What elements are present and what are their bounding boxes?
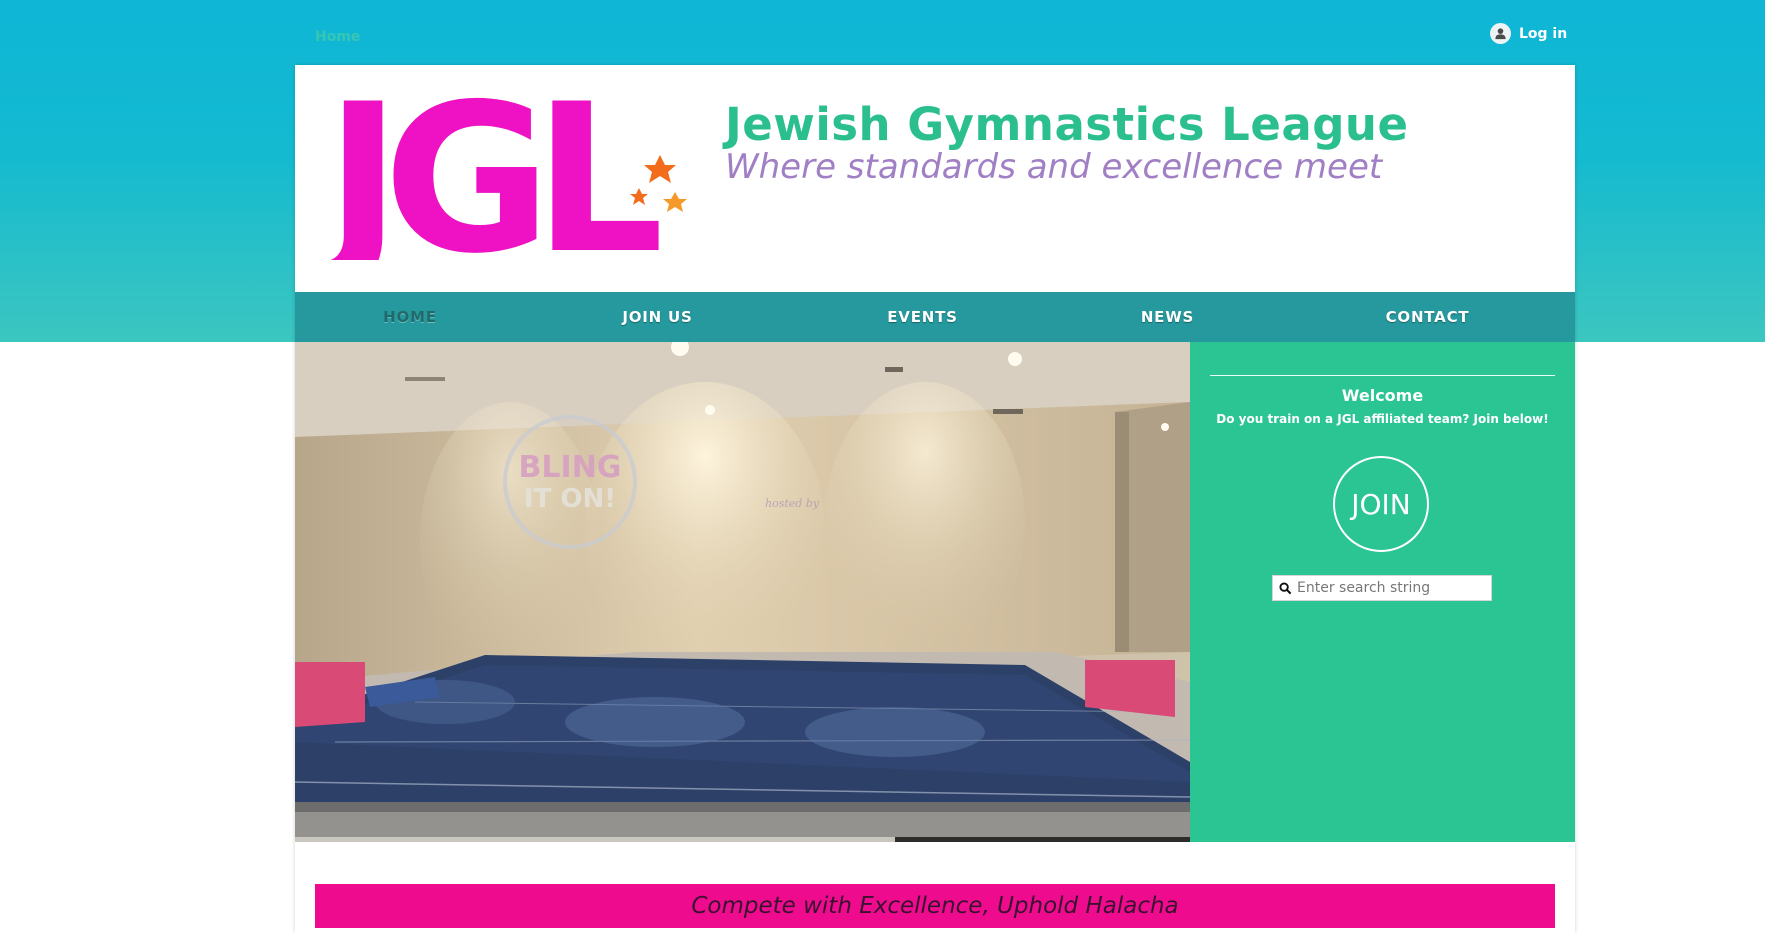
breadcrumb-home[interactable]: Home xyxy=(315,29,360,45)
search-icon[interactable] xyxy=(1273,576,1297,600)
hero-image: BLING IT ON! hosted by xyxy=(295,342,1190,842)
search-box xyxy=(1272,575,1492,601)
nav-item-events[interactable]: EVENTS xyxy=(790,292,1055,342)
motto-banner: Compete with Excellence, Uphold Halacha xyxy=(315,884,1555,928)
projection-credit: hosted by xyxy=(765,497,820,510)
site-title: Jewish Gymnastics League xyxy=(725,98,1409,151)
user-avatar-icon xyxy=(1490,23,1511,44)
login-link[interactable]: Log in xyxy=(1490,23,1567,44)
star-large-icon xyxy=(644,155,676,183)
jgl-logo[interactable]: JGL xyxy=(325,85,695,260)
login-label: Log in xyxy=(1519,25,1568,42)
join-button[interactable]: JOIN xyxy=(1333,456,1429,552)
hero-slideshow[interactable]: BLING IT ON! hosted by xyxy=(295,342,1190,842)
nav-item-join-us[interactable]: JOIN US xyxy=(525,292,790,342)
top-bar: Home Log in xyxy=(0,0,1765,66)
site-header: JGL Jewish Gymnastics League Where stand… xyxy=(295,65,1575,292)
nav-item-home[interactable]: HOME xyxy=(295,292,525,342)
site-tagline: Where standards and excellence meet xyxy=(725,147,1383,187)
main-nav: HOME JOIN US EVENTS NEWS CONTACT xyxy=(295,292,1575,342)
nav-item-contact[interactable]: CONTACT xyxy=(1280,292,1575,342)
logo-text: JGL xyxy=(325,85,660,260)
slideshow-progress xyxy=(295,837,1190,842)
search-input[interactable] xyxy=(1297,577,1485,599)
welcome-subtitle: Do you train on a JGL affiliated team? J… xyxy=(1216,412,1549,426)
slideshow-progress-fill xyxy=(295,837,895,842)
sidebar-divider xyxy=(1210,375,1555,376)
projection-title-2: IT ON! xyxy=(524,484,616,514)
star-medium-icon xyxy=(663,192,687,212)
nav-item-news[interactable]: NEWS xyxy=(1055,292,1280,342)
welcome-sidebar: Welcome Do you train on a JGL affiliated… xyxy=(1190,342,1575,842)
welcome-heading: Welcome xyxy=(1341,386,1424,405)
page-container: JGL Jewish Gymnastics League Where stand… xyxy=(295,65,1575,933)
projection-title-1: BLING xyxy=(519,450,622,485)
motto-text: Compete with Excellence, Uphold Halacha xyxy=(691,893,1179,919)
